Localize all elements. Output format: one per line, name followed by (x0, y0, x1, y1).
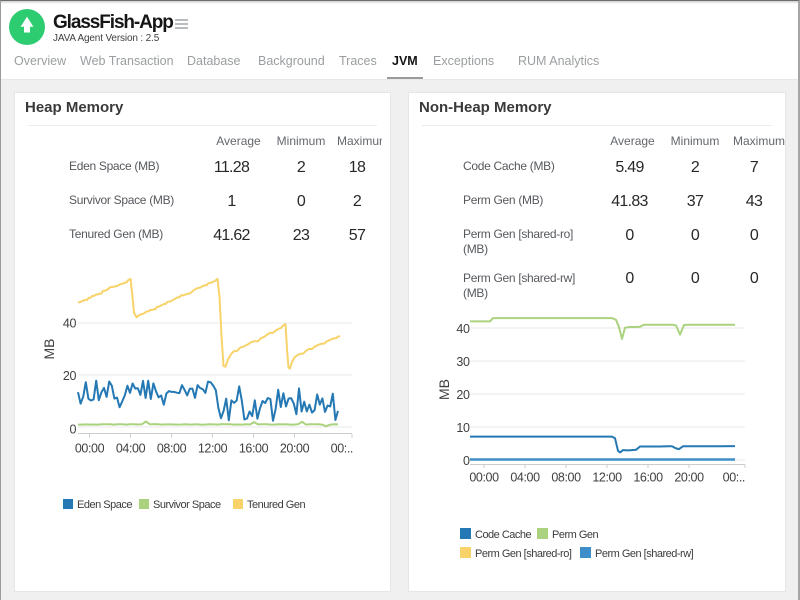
svg-text:08:00: 08:00 (551, 471, 581, 485)
svg-text:30: 30 (456, 355, 470, 369)
svg-text:00:..: 00:.. (723, 471, 745, 485)
svg-text:0: 0 (69, 423, 76, 437)
svg-text:20:00: 20:00 (674, 471, 704, 485)
svg-text:40: 40 (456, 322, 470, 336)
svg-text:00:00: 00:00 (469, 471, 499, 485)
svg-text:04:00: 04:00 (116, 442, 146, 456)
svg-text:20: 20 (63, 369, 77, 383)
svg-text:MB: MB (41, 339, 57, 360)
svg-text:40: 40 (63, 317, 77, 331)
svg-text:MB: MB (436, 379, 452, 400)
svg-text:16:00: 16:00 (239, 442, 269, 456)
svg-text:10: 10 (456, 421, 470, 435)
svg-text:0: 0 (463, 454, 470, 468)
svg-text:20: 20 (456, 388, 470, 402)
svg-text:00:00: 00:00 (75, 442, 105, 456)
svg-text:16:00: 16:00 (633, 471, 663, 485)
svg-text:20:00: 20:00 (280, 442, 310, 456)
svg-text:04:00: 04:00 (510, 471, 540, 485)
svg-text:12:00: 12:00 (198, 442, 228, 456)
svg-text:00:..: 00:.. (331, 442, 353, 456)
svg-text:12:00: 12:00 (592, 471, 622, 485)
svg-text:08:00: 08:00 (157, 442, 187, 456)
